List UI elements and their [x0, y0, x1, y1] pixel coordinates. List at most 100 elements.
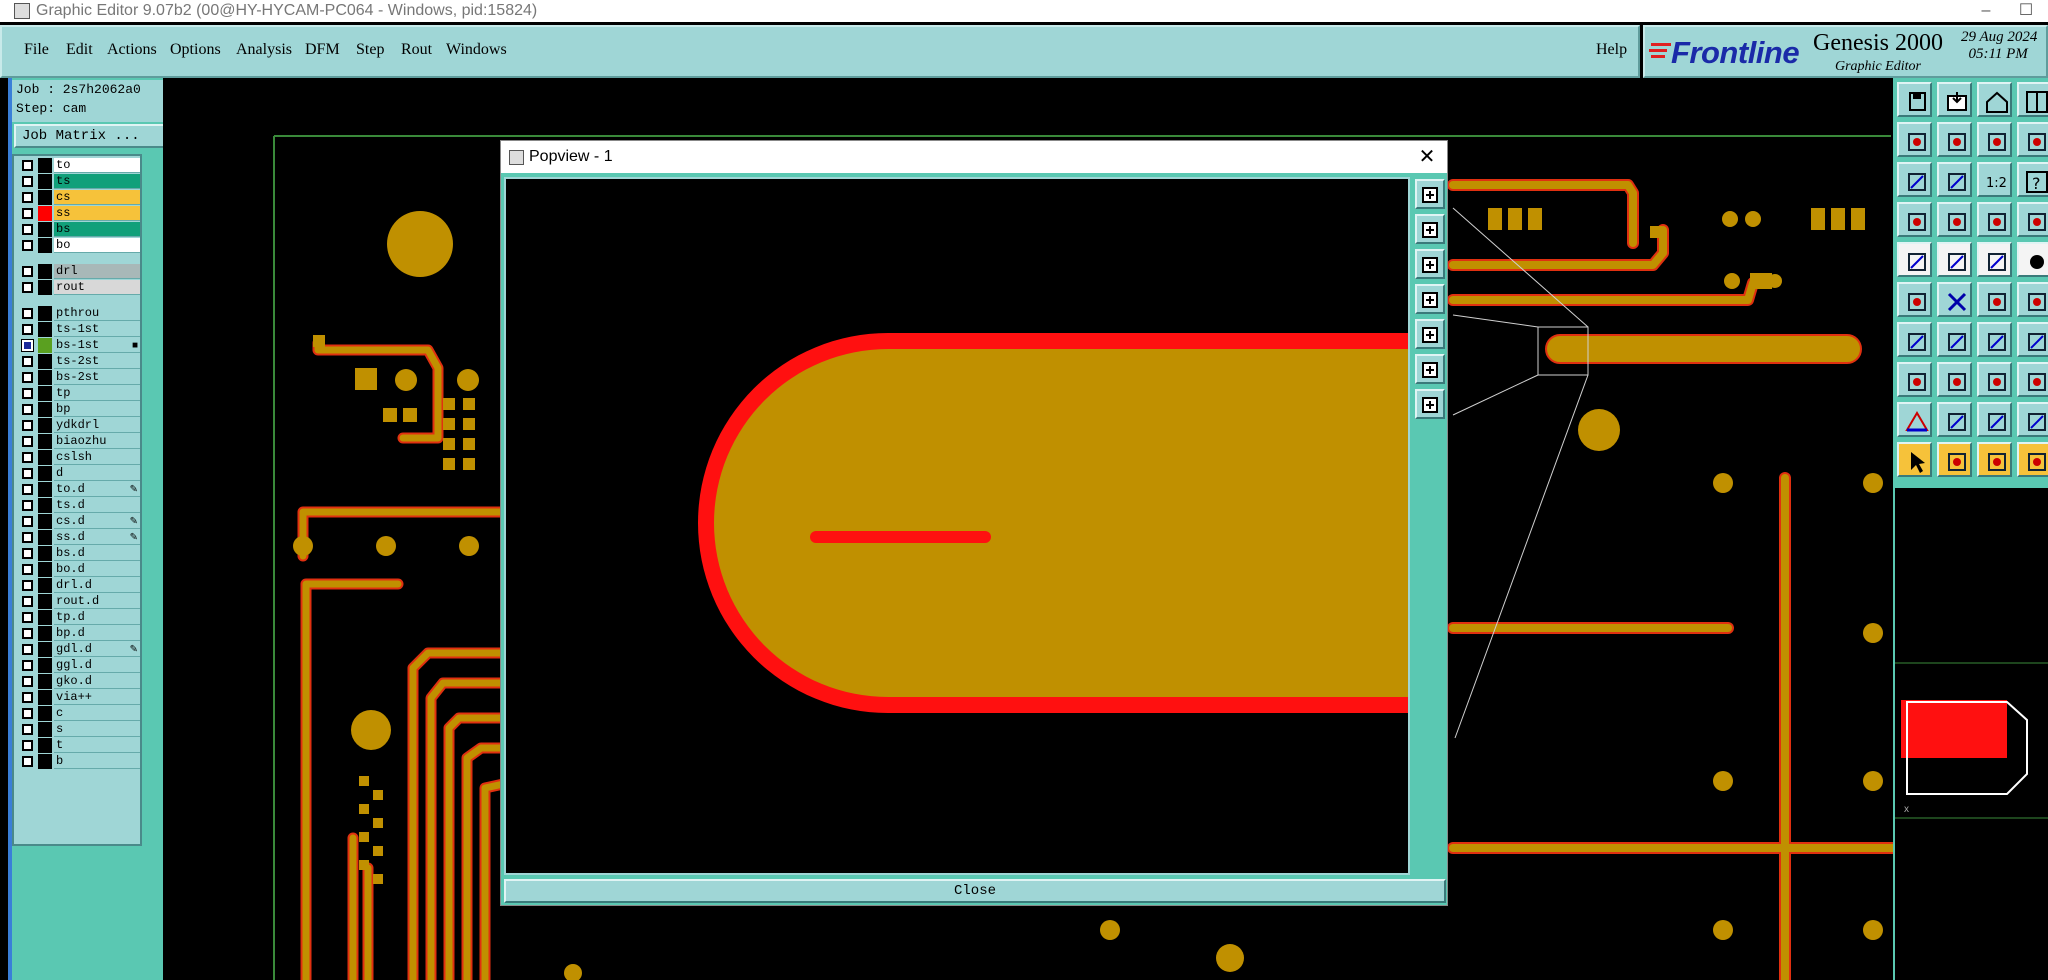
layer-color-swatch[interactable] [38, 498, 52, 513]
layer-row[interactable]: bs.d [16, 546, 140, 561]
help-tool-button[interactable]: ? [2017, 162, 2048, 197]
layer-checkbox[interactable] [22, 564, 33, 575]
layer-color-swatch[interactable] [38, 658, 52, 673]
layer-row[interactable]: ggl.d [16, 658, 140, 673]
layer-name[interactable]: bs-1st [54, 338, 140, 353]
layer-color-swatch[interactable] [38, 482, 52, 497]
line-tool-button[interactable] [1977, 242, 2012, 277]
layer-row[interactable]: ss [16, 206, 140, 221]
layer-checkbox[interactable] [22, 644, 33, 655]
layer-checkbox[interactable] [22, 708, 33, 719]
layer-row[interactable]: bs-1st ■ [16, 338, 140, 353]
triangle-tool-button[interactable] [1897, 402, 1932, 437]
layer-color-swatch[interactable] [38, 450, 52, 465]
zoom-out-tool-button[interactable] [1937, 122, 1972, 157]
layer-checkbox[interactable] [22, 282, 33, 293]
layer-name[interactable]: c [54, 706, 140, 721]
layer-name[interactable]: ggl.d [54, 658, 140, 673]
select-box-tool-button[interactable] [1897, 362, 1932, 397]
zoom-out-button[interactable] [1415, 249, 1445, 279]
layer-checkbox[interactable] [22, 160, 33, 171]
layer-checkbox[interactable] [22, 500, 33, 511]
layer-row[interactable]: ydkdrl [16, 418, 140, 433]
layer-name[interactable]: bs-2st [54, 370, 140, 385]
layer-color-swatch[interactable] [38, 222, 52, 237]
layer-row[interactable]: to [16, 158, 140, 173]
layer-row[interactable]: bp.d [16, 626, 140, 641]
layer-row[interactable]: bo.d [16, 562, 140, 577]
layer-row[interactable]: ts.d [16, 498, 140, 513]
layer-row[interactable]: c [16, 706, 140, 721]
layer-checkbox[interactable] [22, 660, 33, 671]
ratio-tool-button[interactable]: 1:2 [1977, 162, 2012, 197]
layer-color-swatch[interactable] [38, 754, 52, 769]
layer-row[interactable]: rout [16, 280, 140, 295]
layer-checkbox[interactable] [22, 580, 33, 591]
layer-checkbox[interactable] [22, 192, 33, 203]
layer-color-swatch[interactable] [38, 674, 52, 689]
layer-name[interactable]: pthrou [54, 306, 140, 321]
job-matrix-button[interactable]: Job Matrix ... [14, 124, 168, 148]
layer-checkbox[interactable] [22, 692, 33, 703]
layer-row[interactable]: gko.d [16, 674, 140, 689]
menu-edit[interactable]: Edit [66, 41, 93, 59]
layer-row[interactable]: via++ [16, 690, 140, 705]
layer-name[interactable]: bo.d [54, 562, 140, 577]
layer-row[interactable]: ss.d ✎ [16, 530, 140, 545]
layer-row[interactable]: ts [16, 174, 140, 189]
layer-checkbox[interactable] [22, 452, 33, 463]
layer-name[interactable]: tp.d [54, 610, 140, 625]
layer-color-swatch[interactable] [38, 206, 52, 221]
layer-checkbox[interactable] [22, 484, 33, 495]
layer-name[interactable]: bp.d [54, 626, 140, 641]
layer-row[interactable]: t [16, 738, 140, 753]
flip-tool-button[interactable] [2017, 322, 2048, 357]
open-tool-button[interactable] [1937, 82, 1972, 117]
layer-name[interactable]: bs.d [54, 546, 140, 561]
layer-name[interactable]: cs.d [54, 514, 140, 529]
layer-checkbox[interactable] [22, 266, 33, 277]
popview-close-button[interactable]: Close [504, 879, 1446, 903]
layer-checkbox[interactable] [22, 372, 33, 383]
center-button[interactable] [1415, 389, 1445, 419]
layer-checkbox[interactable] [22, 208, 33, 219]
menu-help[interactable]: Help [1596, 41, 1627, 59]
pointer-tool-button[interactable] [1897, 442, 1932, 477]
layer-name[interactable]: bs [54, 222, 140, 237]
overview-map[interactable]: x [1893, 488, 2048, 980]
menu-rout[interactable]: Rout [401, 41, 432, 59]
layer-color-swatch[interactable] [38, 322, 52, 337]
fit-tool-button[interactable] [1937, 162, 1972, 197]
layer-name[interactable]: to.d [54, 482, 140, 497]
pan-tool-button[interactable] [1897, 162, 1932, 197]
layer-name[interactable]: b [54, 754, 140, 769]
menu-file[interactable]: File [24, 41, 49, 59]
layer-color-swatch[interactable] [38, 706, 52, 721]
layer-color-swatch[interactable] [38, 466, 52, 481]
menu-options[interactable]: Options [170, 41, 221, 59]
layer-color-swatch[interactable] [38, 338, 52, 353]
fit-button[interactable] [1415, 354, 1445, 384]
menu-step[interactable]: Step [356, 41, 384, 59]
layer-checkbox[interactable] [22, 548, 33, 559]
pointer-box-tool-button[interactable] [1937, 442, 1972, 477]
layer-name[interactable]: t [54, 738, 140, 753]
layer-name[interactable]: ss.d [54, 530, 140, 545]
layer-name[interactable]: cslsh [54, 450, 140, 465]
layer-name[interactable]: gdl.d [54, 642, 140, 657]
layer-color-swatch[interactable] [38, 690, 52, 705]
diagonal-tool-button[interactable] [1937, 322, 1972, 357]
layer-checkbox[interactable] [22, 436, 33, 447]
outline-tri-tool-button[interactable] [1977, 402, 2012, 437]
connect-tool-button[interactable] [1937, 202, 1972, 237]
menu-windows[interactable]: Windows [446, 41, 507, 59]
fill-tri-tool-button[interactable] [1937, 402, 1972, 437]
layer-name[interactable]: drl.d [54, 578, 140, 593]
layer-row[interactable]: tp [16, 386, 140, 401]
layer-row[interactable]: pthrou [16, 306, 140, 321]
layer-name[interactable]: bp [54, 402, 140, 417]
layer-name[interactable]: ydkdrl [54, 418, 140, 433]
layer-color-swatch[interactable] [38, 722, 52, 737]
layer-checkbox[interactable] [22, 388, 33, 399]
draw-line-tool-button[interactable] [1897, 322, 1932, 357]
